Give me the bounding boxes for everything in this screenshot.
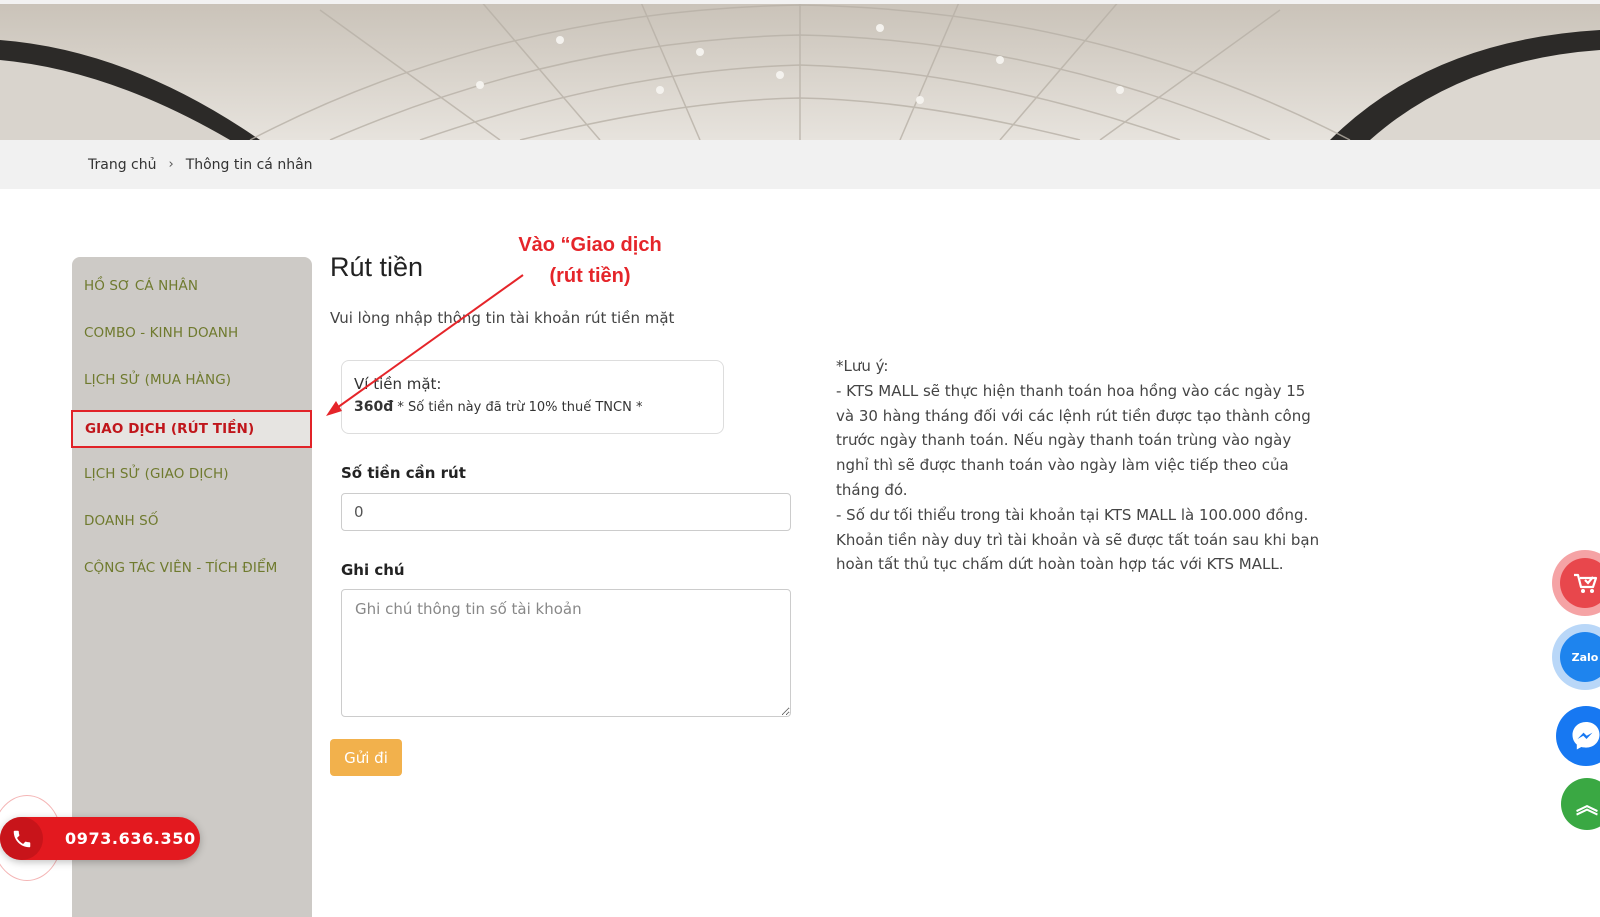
cart-check-icon: [1560, 558, 1600, 608]
wallet-amount: 360đ: [354, 399, 394, 415]
arrow-up-icon: ︽: [1575, 794, 1598, 819]
breadcrumb-home-link[interactable]: Trang chủ: [88, 157, 156, 173]
withdraw-notes: *Lưu ý: - KTS MALL sẽ thực hiện thanh to…: [836, 354, 1321, 577]
zalo-label: Zalo: [1571, 650, 1599, 664]
note-label: Ghi chú: [341, 561, 405, 579]
cart-button[interactable]: [1552, 550, 1600, 616]
notes-payment-schedule: - KTS MALL sẽ thực hiện thanh toán hoa h…: [836, 381, 1311, 499]
zalo-icon: Zalo: [1560, 632, 1600, 682]
annotation-line-2: (rút tiền): [549, 265, 631, 287]
phone-icon: [0, 817, 43, 860]
note-textarea[interactable]: [341, 589, 791, 717]
scroll-to-top-button[interactable]: ︽: [1561, 778, 1600, 830]
annotation-line-1: Vào “Giao dịch: [518, 234, 662, 256]
zalo-button[interactable]: Zalo: [1552, 624, 1600, 690]
chevron-right-icon: ›: [168, 157, 174, 172]
notes-heading: *Lưu ý:: [836, 357, 889, 375]
sidebar-item-purchase-history[interactable]: LỊCH SỬ (MUA HÀNG): [72, 361, 312, 399]
withdraw-amount-input[interactable]: [341, 493, 791, 531]
page-title: Rút tiền: [330, 252, 424, 282]
cash-wallet-card: Ví tiền mặt: 360đ * Số tiền này đã trừ 1…: [341, 360, 724, 434]
sidebar-item-combo-business[interactable]: COMBO - KINH DOANH: [72, 314, 312, 352]
notes-minimum-balance: - Số dư tối thiểu trong tài khoản tại KT…: [836, 505, 1320, 574]
wallet-tax-note: * Số tiền này đã trừ 10% thuế TNCN *: [397, 400, 643, 415]
sidebar-item-sales[interactable]: DOANH SỐ: [72, 502, 312, 540]
submit-button[interactable]: Gửi đi: [330, 739, 402, 776]
ceiling-image: [0, 0, 1600, 140]
hotline-button[interactable]: 0973.636.350: [0, 817, 200, 860]
page-subtitle: Vui lòng nhập thông tin tài khoản rút ti…: [330, 309, 675, 327]
sidebar-item-withdraw-transaction[interactable]: GIAO DỊCH (RÚT TIỀN): [71, 410, 312, 448]
hotline-number: 0973.636.350: [65, 829, 196, 848]
sidebar-item-profile[interactable]: HỒ SƠ CÁ NHÂN: [72, 267, 312, 305]
annotation-callout: Vào “Giao dịch (rút tiền): [500, 230, 680, 292]
messenger-icon: [1572, 722, 1600, 750]
sidebar-item-transaction-history[interactable]: LỊCH SỬ (GIAO DỊCH): [72, 455, 312, 493]
wallet-balance-row: 360đ * Số tiền này đã trừ 10% thuế TNCN …: [354, 399, 723, 415]
amount-label: Số tiền cần rút: [341, 464, 466, 482]
breadcrumb: Trang chủ › Thông tin cá nhân: [0, 140, 1600, 189]
messenger-button[interactable]: [1556, 706, 1600, 766]
header-banner: [0, 0, 1600, 140]
sidebar-item-collaborator-points[interactable]: CỘNG TÁC VIÊN - TÍCH ĐIỂM: [72, 549, 312, 587]
breadcrumb-current: Thông tin cá nhân: [185, 156, 313, 173]
wallet-label: Ví tiền mặt:: [354, 375, 442, 393]
